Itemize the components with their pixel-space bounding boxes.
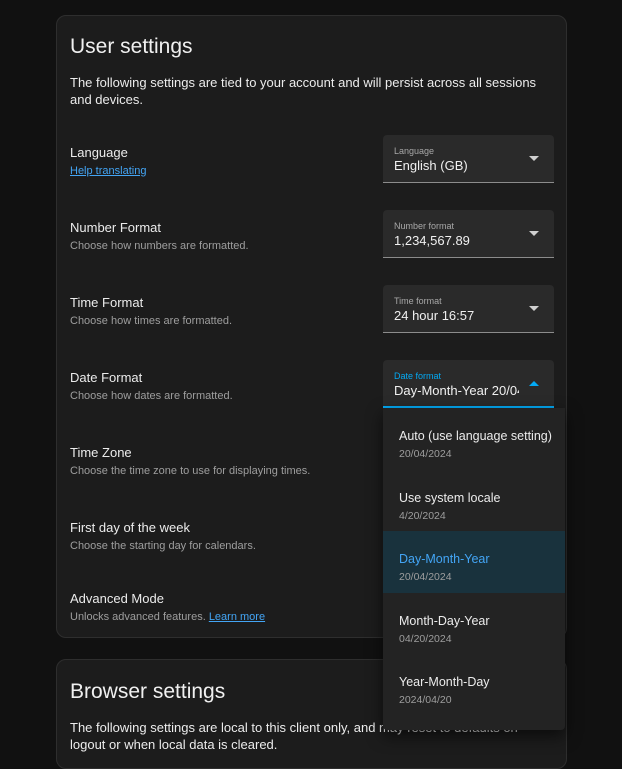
option-label: Year-Month-Day [399, 675, 490, 689]
language-select[interactable]: Language English (GB) [383, 135, 554, 183]
time-zone-subtitle: Choose the time zone to use for displayi… [70, 465, 311, 477]
option-label: Auto (use language setting) [399, 429, 552, 443]
date-format-option-system[interactable]: Use system locale 4/20/2024 [383, 470, 565, 532]
language-select-value: English (GB) [394, 158, 468, 173]
option-example: 2024/04/20 [399, 694, 452, 706]
chevron-down-icon [529, 306, 539, 311]
number-format-title: Number Format [70, 220, 162, 235]
date-format-option-mdy[interactable]: Month-Day-Year 04/20/2024 [383, 593, 565, 655]
first-day-row: First day of the week Choose the startin… [70, 520, 256, 552]
number-format-row: Number Format Choose how numbers are for… [70, 220, 249, 252]
option-example: 20/04/2024 [399, 448, 452, 460]
time-format-select[interactable]: Time format 24 hour 16:57 [383, 285, 554, 333]
date-format-subtitle: Choose how dates are formatted. [70, 390, 233, 402]
advanced-mode-title: Advanced Mode [70, 591, 164, 606]
advanced-mode-subtitle: Unlocks advanced features. [70, 611, 206, 623]
number-format-subtitle: Choose how numbers are formatted. [70, 240, 249, 252]
first-day-title: First day of the week [70, 520, 190, 535]
option-label: Day-Month-Year [399, 552, 490, 566]
date-format-option-auto[interactable]: Auto (use language setting) 20/04/2024 [383, 408, 565, 470]
time-format-row: Time Format Choose how times are formatt… [70, 295, 232, 327]
number-format-select-label: Number format [394, 221, 455, 231]
option-label: Month-Day-Year [399, 613, 490, 628]
chevron-down-icon [529, 156, 539, 161]
date-format-title: Date Format [70, 370, 143, 385]
option-example: 4/20/2024 [399, 509, 446, 522]
date-format-option-ymd[interactable]: Year-Month-Day 2024/04/20 [383, 654, 565, 716]
date-format-select[interactable]: Date format Day-Month-Year 20/04/2024 [383, 360, 554, 408]
number-format-select[interactable]: Number format 1,234,567.89 [383, 210, 554, 258]
time-zone-row: Time Zone Choose the time zone to use fo… [70, 445, 310, 477]
language-select-label: Language [394, 146, 435, 156]
browser-settings-title: Browser settings [70, 680, 226, 703]
time-format-title: Time Format [70, 295, 144, 310]
learn-more-link[interactable]: Learn more [209, 611, 265, 623]
time-zone-title: Time Zone [70, 445, 132, 460]
date-format-select-label: Date format [394, 371, 442, 381]
help-translating-link[interactable]: Help translating [70, 165, 146, 177]
user-settings-description: The following settings are tied to your … [70, 75, 537, 107]
chevron-up-icon [529, 381, 539, 386]
user-settings-title: User settings [70, 35, 193, 58]
language-row: Language Help translating [70, 145, 146, 177]
option-label: Use system locale [399, 490, 501, 505]
time-format-select-value: 24 hour 16:57 [394, 308, 475, 323]
first-day-subtitle: Choose the starting day for calendars. [70, 540, 256, 552]
language-title: Language [70, 145, 128, 160]
time-format-select-label: Time format [394, 296, 442, 306]
option-example: 20/04/2024 [399, 571, 452, 583]
time-format-subtitle: Choose how times are formatted. [70, 315, 233, 327]
date-format-select-value: Day-Month-Year 20/04/2024 [394, 383, 519, 398]
number-format-select-value: 1,234,567.89 [394, 233, 470, 248]
date-format-dropdown-menu: Auto (use language setting) 20/04/2024 U… [383, 408, 565, 730]
date-format-row: Date Format Choose how dates are formatt… [70, 370, 233, 402]
chevron-down-icon [529, 231, 539, 236]
advanced-mode-row: Advanced Mode Unlocks advanced features.… [70, 591, 265, 623]
date-format-option-dmy[interactable]: Day-Month-Year 20/04/2024 [383, 531, 565, 593]
option-example: 04/20/2024 [399, 632, 452, 645]
